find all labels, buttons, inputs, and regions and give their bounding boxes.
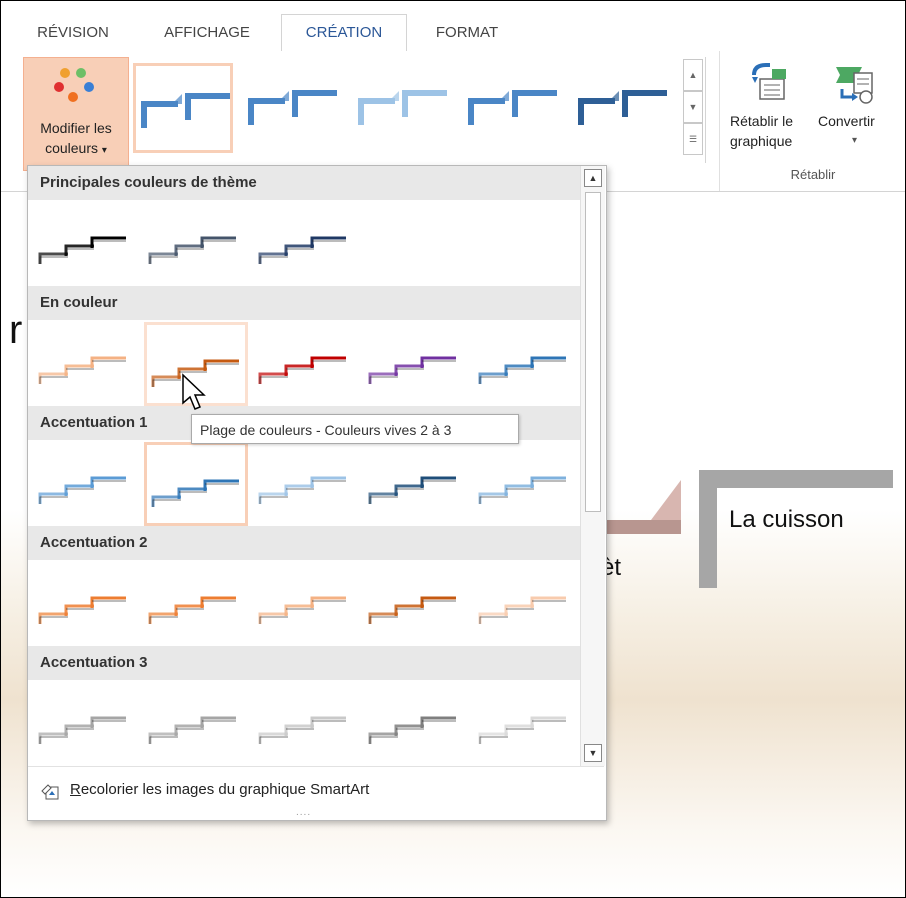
step-arrow-icon xyxy=(151,479,239,507)
step-arrow-icon xyxy=(248,90,337,125)
convertir-label: Convertir xyxy=(818,113,875,129)
tab-creation[interactable]: CRÉATION xyxy=(281,14,407,52)
scroll-thumb[interactable] xyxy=(585,192,601,512)
step-arrow-icon xyxy=(368,716,456,744)
color-option[interactable] xyxy=(474,442,578,526)
color-option[interactable] xyxy=(144,442,248,526)
color-option[interactable] xyxy=(144,202,248,286)
tab-affichage[interactable]: AFFICHAGE xyxy=(147,15,267,51)
modifier-couleurs-button[interactable]: Modifier les couleurs ▾ xyxy=(23,57,129,171)
slide-title-fragment: r xyxy=(9,308,23,352)
tab-revision[interactable]: RÉVISION xyxy=(23,15,123,51)
step-arrow-icon xyxy=(258,356,346,384)
color-option[interactable] xyxy=(34,322,138,406)
step-arrow-icon xyxy=(38,716,126,744)
reset-graphic-button[interactable]: Rétablir le graphique xyxy=(726,57,816,161)
step-arrow-icon xyxy=(478,716,566,744)
strip-style-item[interactable] xyxy=(463,63,563,153)
convert-graphic-icon xyxy=(836,67,873,104)
slide-text-cuisson: La cuisson xyxy=(729,506,844,533)
color-option[interactable] xyxy=(34,682,138,766)
color-option[interactable] xyxy=(144,562,248,646)
step-arrow-icon xyxy=(478,596,566,624)
section-header: Principales couleurs de thème xyxy=(28,166,580,200)
color-option[interactable] xyxy=(474,322,578,406)
color-option[interactable] xyxy=(364,682,468,766)
step-arrow-icon xyxy=(478,356,566,384)
color-option[interactable] xyxy=(474,682,578,766)
step-arrow-icon xyxy=(258,476,346,504)
step-arrow-icon xyxy=(38,476,126,504)
recolor-icon xyxy=(41,784,59,800)
step-arrow-icon xyxy=(148,236,236,264)
color-option[interactable] xyxy=(254,562,358,646)
step-arrow-icon xyxy=(141,93,230,128)
strip-more[interactable]: ☰ xyxy=(683,123,703,155)
color-option[interactable] xyxy=(144,682,248,766)
color-option[interactable] xyxy=(254,202,358,286)
step-arrow-icon xyxy=(148,596,236,624)
color-dropdown-panel: Principales couleurs de thème En couleur A… xyxy=(27,165,607,821)
step-arrow-icon xyxy=(478,476,566,504)
step-arrow-icon xyxy=(258,596,346,624)
retablir-label-2: graphique xyxy=(730,133,793,149)
modifier-couleurs-label-2: couleurs ▾ xyxy=(45,140,107,156)
color-option[interactable] xyxy=(34,442,138,526)
strip-style-item[interactable] xyxy=(353,63,453,153)
modifier-couleurs-label-1: Modifier les xyxy=(40,120,112,136)
convertir-caret: ▾ xyxy=(852,135,858,146)
section-header: En couleur xyxy=(28,286,580,320)
section-header: Accentuation 2 xyxy=(28,526,580,560)
color-option[interactable] xyxy=(364,562,468,646)
step-arrow-icon xyxy=(368,476,456,504)
color-option[interactable] xyxy=(364,442,468,526)
color-option[interactable] xyxy=(254,322,358,406)
retablir-label-1: Rétablir le xyxy=(730,113,794,129)
step-arrow-icon xyxy=(358,90,447,125)
step-arrow-icon xyxy=(38,356,126,384)
step-arrow-icon xyxy=(38,596,126,624)
recolor-label: Recolorier les images du graphique Smart… xyxy=(70,781,370,798)
retablir-group-label: Rétablir xyxy=(790,167,836,182)
recolor-images-option[interactable]: Recolorier les images du graphique Smart… xyxy=(28,766,604,819)
color-option[interactable] xyxy=(34,202,138,286)
color-option[interactable] xyxy=(34,562,138,646)
retablir-group: Rétablir le graphique Convertir ▾ Rétabl… xyxy=(719,51,905,191)
step-arrow-icon xyxy=(258,236,346,264)
color-option[interactable] xyxy=(474,562,578,646)
reset-graphic-icon xyxy=(752,63,786,100)
convertir-button[interactable]: Convertir ▾ xyxy=(818,57,900,161)
scroll-down-button[interactable]: ▼ xyxy=(584,744,602,762)
step-arrow-icon xyxy=(578,90,667,125)
color-option[interactable] xyxy=(254,682,358,766)
app-window: RÉVISION AFFICHAGE CRÉATION FORMAT Modif… xyxy=(0,0,906,898)
step-arrow-icon xyxy=(148,716,236,744)
strip-style-item[interactable] xyxy=(573,63,673,153)
cursor-icon xyxy=(182,373,206,410)
strip-style-item[interactable] xyxy=(133,63,233,153)
scroll-up-button[interactable]: ▲ xyxy=(584,169,602,187)
section-header: Accentuation 3 xyxy=(28,646,580,680)
step-arrow-icon xyxy=(468,90,557,125)
step-arrow-icon xyxy=(38,236,126,264)
tooltip: Plage de couleurs - Couleurs vives 2 à 3 xyxy=(191,414,519,444)
resize-grip[interactable]: .... xyxy=(296,807,311,818)
strip-scroll-up[interactable]: ▲ xyxy=(683,59,703,91)
color-option[interactable] xyxy=(364,322,468,406)
step-arrow-icon xyxy=(368,596,456,624)
ribbon-tab-bar: RÉVISION AFFICHAGE CRÉATION FORMAT xyxy=(1,1,905,52)
strip-scroll-down[interactable]: ▼ xyxy=(683,91,703,123)
color-gallery-strip xyxy=(133,57,706,163)
color-option[interactable] xyxy=(254,442,358,526)
panel-scrollbar[interactable]: ▲ ▼ xyxy=(580,166,605,766)
step-arrow-icon xyxy=(368,356,456,384)
step-arrow-icon xyxy=(258,716,346,744)
tab-format[interactable]: FORMAT xyxy=(417,15,517,51)
strip-style-item[interactable] xyxy=(243,63,343,153)
